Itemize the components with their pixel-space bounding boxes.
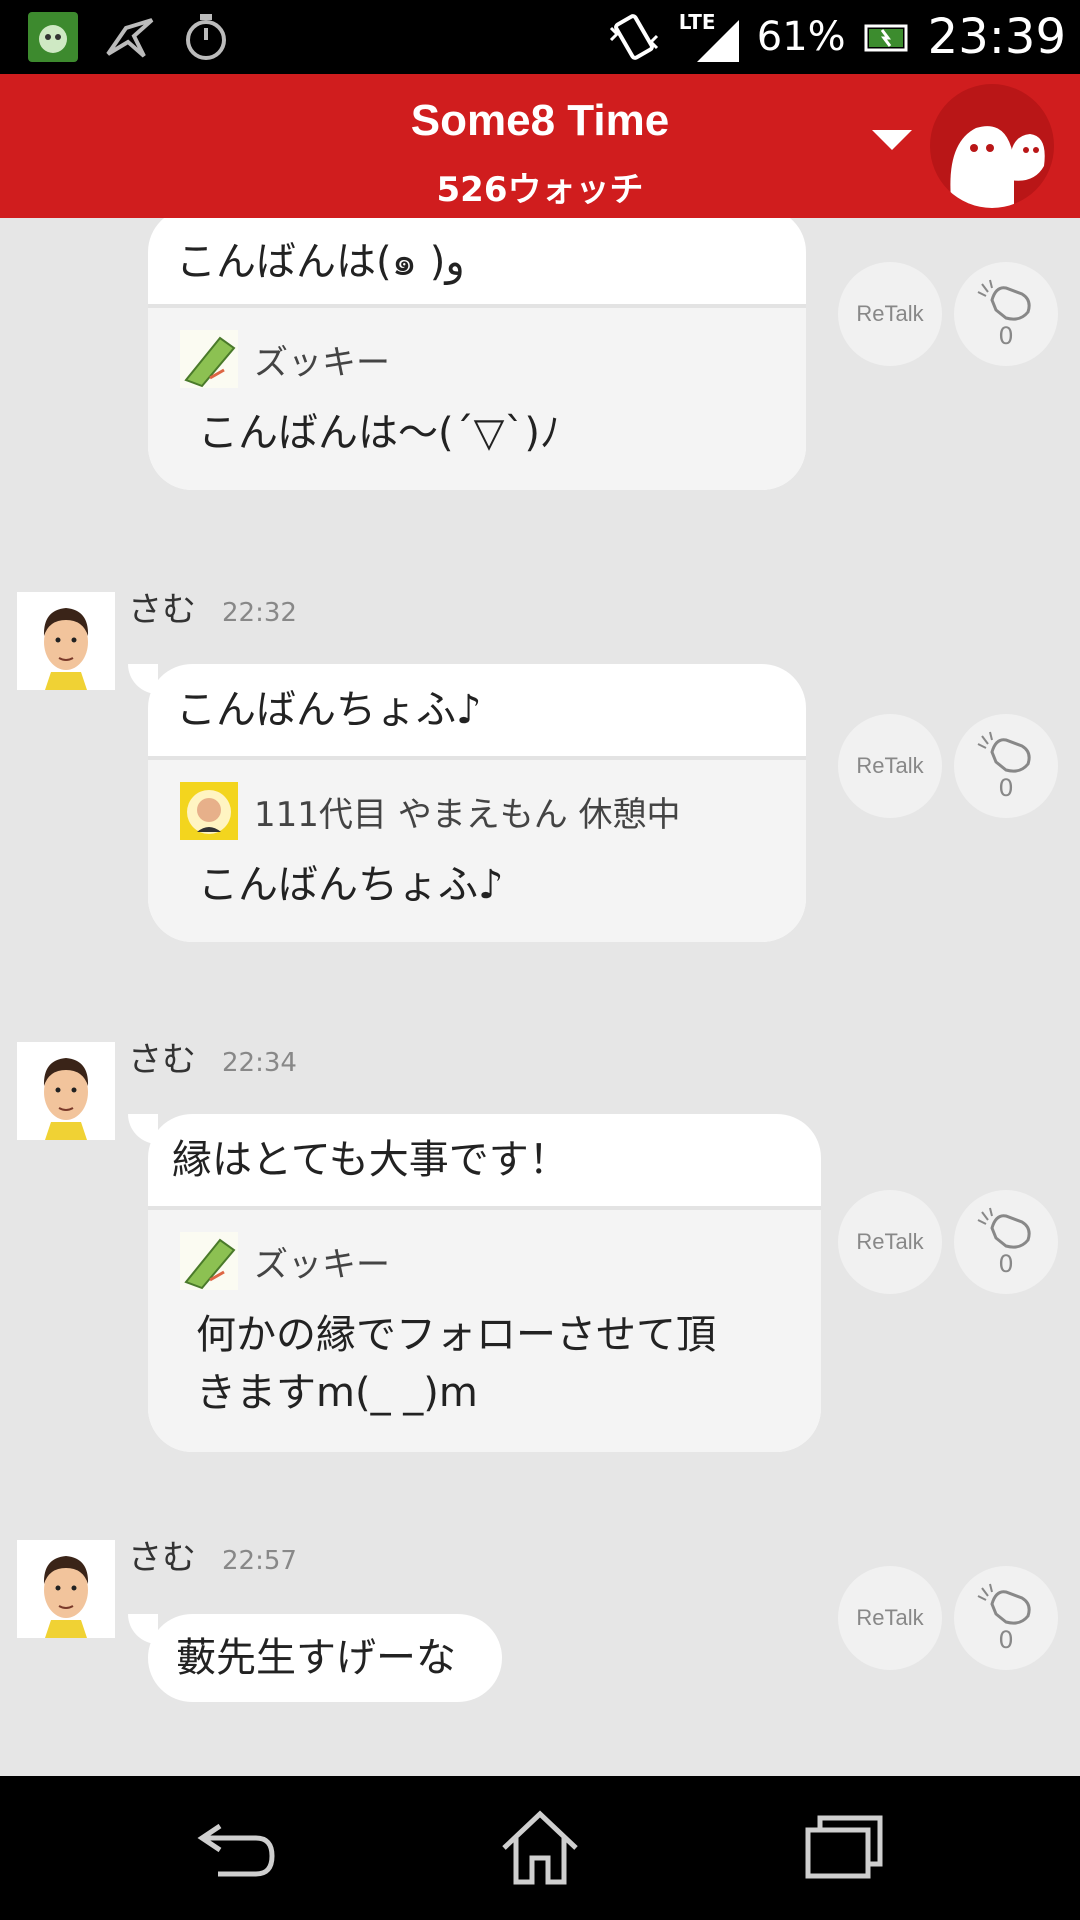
quoted-post[interactable]: 111代目 やまえもん 休憩中 こんばんちょふ♪ bbox=[148, 760, 806, 942]
quoted-text-line: 何かの縁でフォローさせて頂 bbox=[196, 1312, 716, 1358]
origami-crane-icon bbox=[106, 18, 154, 58]
avatar[interactable] bbox=[180, 1232, 238, 1290]
stopwatch-icon bbox=[186, 14, 226, 60]
clap-icon bbox=[977, 279, 1031, 321]
avatar[interactable] bbox=[17, 218, 115, 220]
home-icon[interactable] bbox=[490, 1808, 590, 1888]
clap-icon bbox=[977, 1207, 1031, 1249]
user-name: さむ bbox=[128, 1538, 196, 1578]
ghost-mascot-icon[interactable] bbox=[930, 84, 1054, 208]
message-bubble[interactable]: 縁はとても大事です！ ズッキー 何かの縁でフォローさせて頂 きますm(_ _)m bbox=[148, 1114, 821, 1452]
clap-button[interactable]: 0 bbox=[954, 262, 1058, 366]
message-text: 縁はとても大事です！ bbox=[172, 1137, 569, 1183]
post-time: 22:57 bbox=[222, 1546, 297, 1576]
message-bubble[interactable]: 藪先生すげーな bbox=[148, 1614, 502, 1702]
clap-button[interactable]: 0 bbox=[954, 1566, 1058, 1670]
clap-count: 0 bbox=[998, 774, 1014, 802]
quoted-user-name: ズッキー bbox=[254, 342, 390, 383]
retalk-button[interactable]: ReTalk bbox=[838, 1190, 942, 1294]
quoted-text: こんばんちょふ♪ bbox=[198, 862, 504, 908]
message-text: 藪先生すげーな bbox=[176, 1635, 456, 1681]
quoted-user-name: ズッキー bbox=[254, 1244, 390, 1285]
user-name: さむ bbox=[128, 590, 196, 630]
clap-icon bbox=[977, 731, 1031, 773]
avatar[interactable] bbox=[17, 1540, 115, 1638]
user-name: さむ bbox=[128, 1040, 196, 1080]
battery-charging-icon bbox=[864, 24, 908, 52]
system-nav-bar bbox=[0, 1776, 1080, 1920]
avatar[interactable] bbox=[180, 330, 238, 388]
message-text: こんばんちょふ♪ bbox=[176, 687, 482, 733]
avatar[interactable] bbox=[180, 782, 238, 840]
clock: 23:39 bbox=[927, 9, 1066, 65]
retalk-button[interactable]: ReTalk bbox=[838, 1566, 942, 1670]
battery-percent: 61% bbox=[756, 14, 846, 60]
signal-icon: LTE bbox=[679, 10, 739, 64]
clap-button[interactable]: 0 bbox=[954, 714, 1058, 818]
recents-icon[interactable] bbox=[790, 1808, 890, 1888]
quoted-text-line: きますm(_ _)m bbox=[196, 1370, 478, 1416]
message-bubble[interactable]: こんばんちょふ♪ 111代目 やまえもん 休憩中 こんばんちょふ♪ bbox=[148, 664, 806, 942]
talk-feed[interactable]: こんばんは(๑ )و ズッキー こんばんは〜(´▽`)ﾉ ReTalk 0 さむ bbox=[0, 218, 1080, 1776]
clap-count: 0 bbox=[998, 1626, 1014, 1654]
back-icon[interactable] bbox=[190, 1808, 290, 1888]
post-time: 22:32 bbox=[222, 598, 297, 628]
vibrate-icon bbox=[609, 14, 658, 60]
quoted-text: こんばんは〜(´▽`)ﾉ bbox=[198, 410, 560, 456]
retalk-button[interactable]: ReTalk bbox=[838, 262, 942, 366]
avatar[interactable] bbox=[17, 592, 115, 690]
retalk-button[interactable]: ReTalk bbox=[838, 714, 942, 818]
quoted-text: 何かの縁でフォローさせて頂 きますm(_ _)m bbox=[180, 1290, 789, 1422]
message-text: こんばんは(๑ )و bbox=[176, 239, 465, 285]
quoted-post[interactable]: ズッキー 何かの縁でフォローさせて頂 きますm(_ _)m bbox=[148, 1210, 821, 1452]
app-notification-icon bbox=[28, 12, 78, 62]
app-header: Some8 Time 526ウォッチ bbox=[0, 74, 1080, 218]
clap-icon bbox=[977, 1583, 1031, 1625]
avatar[interactable] bbox=[17, 1042, 115, 1140]
quoted-post[interactable]: ズッキー こんばんは〜(´▽`)ﾉ bbox=[148, 308, 806, 490]
quoted-user-name: 111代目 やまえもん 休憩中 bbox=[254, 794, 681, 835]
clap-count: 0 bbox=[998, 1250, 1014, 1278]
clap-count: 0 bbox=[998, 322, 1014, 350]
status-bar: LTE 61% 23:39 bbox=[0, 0, 1080, 74]
clap-button[interactable]: 0 bbox=[954, 1190, 1058, 1294]
triangle-down-icon[interactable] bbox=[864, 120, 920, 160]
message-bubble[interactable]: こんばんは(๑ )و ズッキー こんばんは〜(´▽`)ﾉ bbox=[148, 218, 806, 490]
watch-count: 526ウォッチ bbox=[436, 170, 644, 210]
post-time: 22:34 bbox=[222, 1048, 297, 1078]
